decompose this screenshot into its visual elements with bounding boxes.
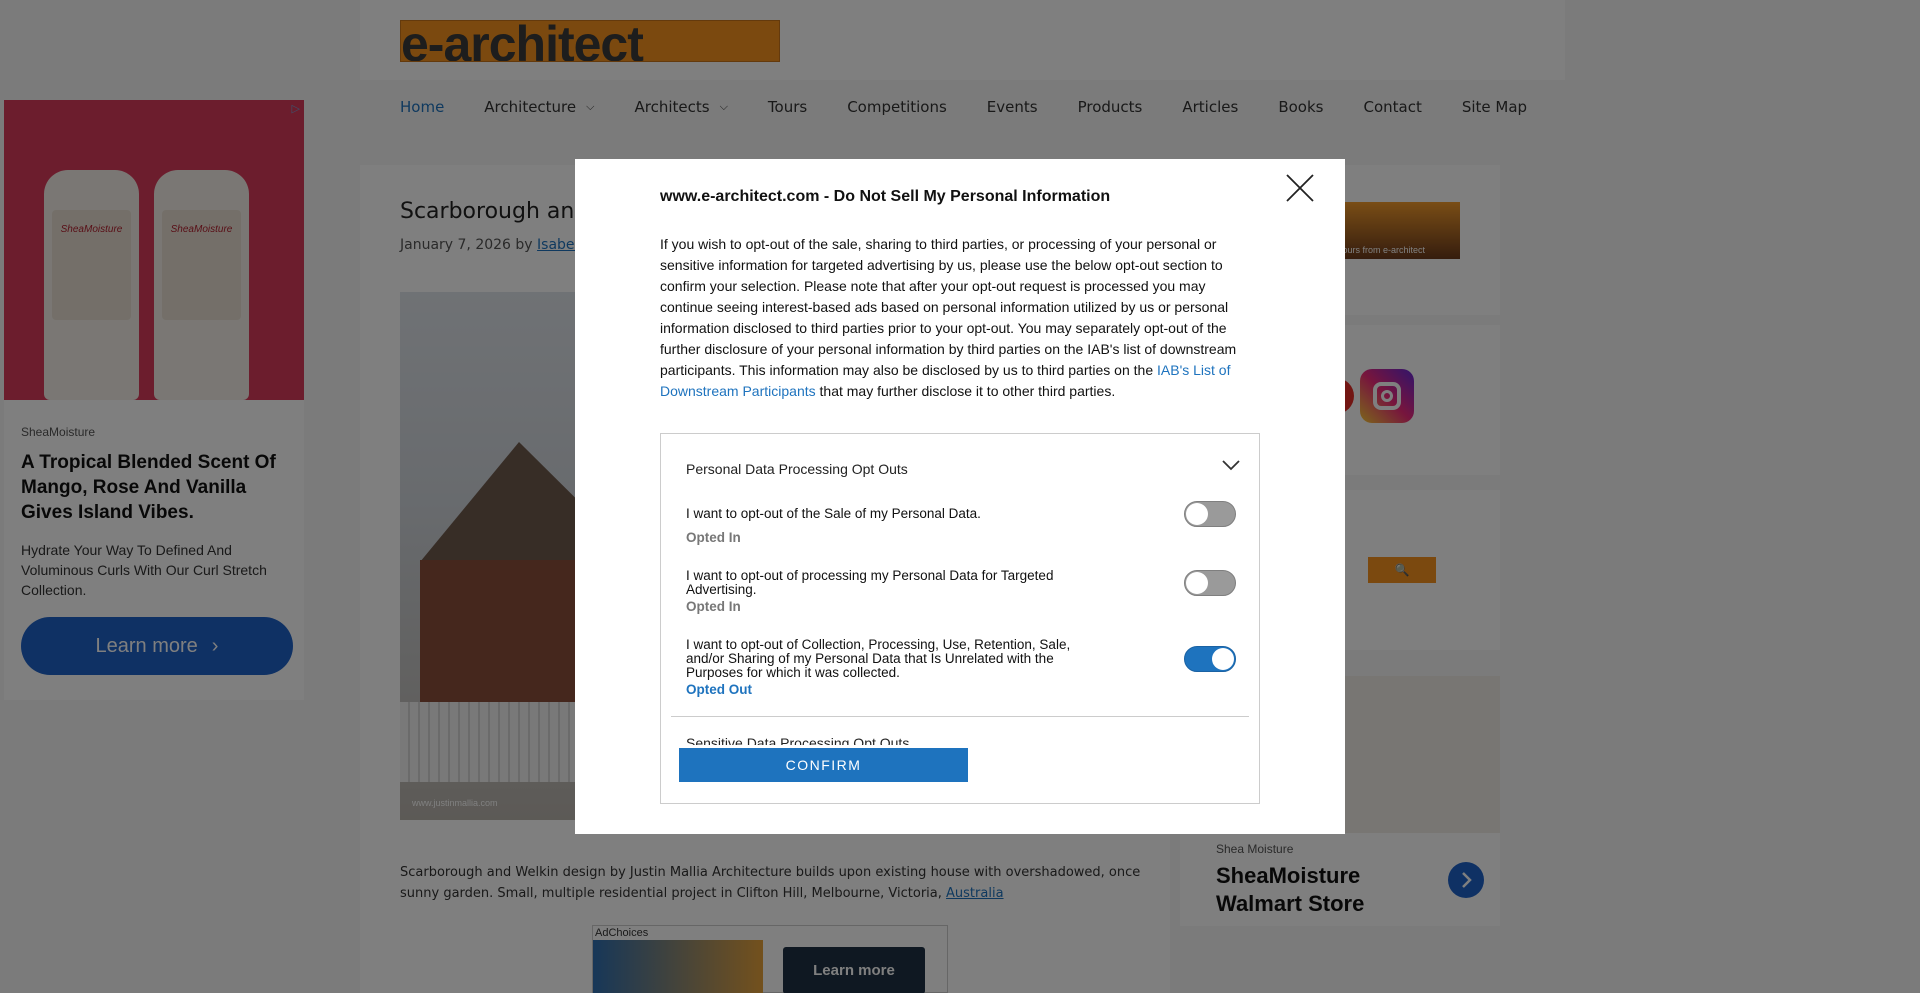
optout-unrelated-purposes-label: I want to opt-out of Collection, Process… <box>686 637 1071 680</box>
optout-unrelated-purposes-status: Opted Out <box>686 682 752 697</box>
confirm-button[interactable]: CONFIRM <box>679 748 968 782</box>
toggle-knob <box>1186 503 1208 525</box>
toggle-knob <box>1186 572 1208 594</box>
section-sensitive-data-header[interactable]: Sensitive Data Processing Opt Outs <box>686 735 1241 745</box>
modal-title: www.e-architect.com - Do Not Sell My Per… <box>660 188 1111 205</box>
toggle-knob <box>1212 648 1234 670</box>
description-text: If you wish to opt-out of the sale, shar… <box>660 236 1237 378</box>
close-icon[interactable] <box>1285 173 1315 203</box>
section-title: Sensitive Data Processing Opt Outs <box>686 735 910 745</box>
optout-sale-toggle[interactable] <box>1184 501 1236 527</box>
section-personal-data-header[interactable]: Personal Data Processing Opt Outs <box>686 460 1241 477</box>
optout-sale-status: Opted In <box>686 530 741 545</box>
optout-targeted-ads-label: I want to opt-out of processing my Perso… <box>686 568 1054 597</box>
optout-unrelated-purposes-toggle[interactable] <box>1184 646 1236 672</box>
privacy-modal: www.e-architect.com - Do Not Sell My Per… <box>575 159 1345 834</box>
optout-targeted-ads-toggle[interactable] <box>1184 570 1236 596</box>
optout-targeted-ads-status: Opted In <box>686 599 741 614</box>
optout-panel: Personal Data Processing Opt Outs I want… <box>660 433 1260 804</box>
section-divider <box>671 716 1249 717</box>
chevron-down-icon <box>1222 460 1240 471</box>
description-text: that may further disclose it to other th… <box>815 383 1116 399</box>
optout-sale-label: I want to opt-out of the Sale of my Pers… <box>686 506 981 521</box>
section-title: Personal Data Processing Opt Outs <box>686 461 908 477</box>
modal-description: If you wish to opt-out of the sale, shar… <box>660 234 1250 402</box>
